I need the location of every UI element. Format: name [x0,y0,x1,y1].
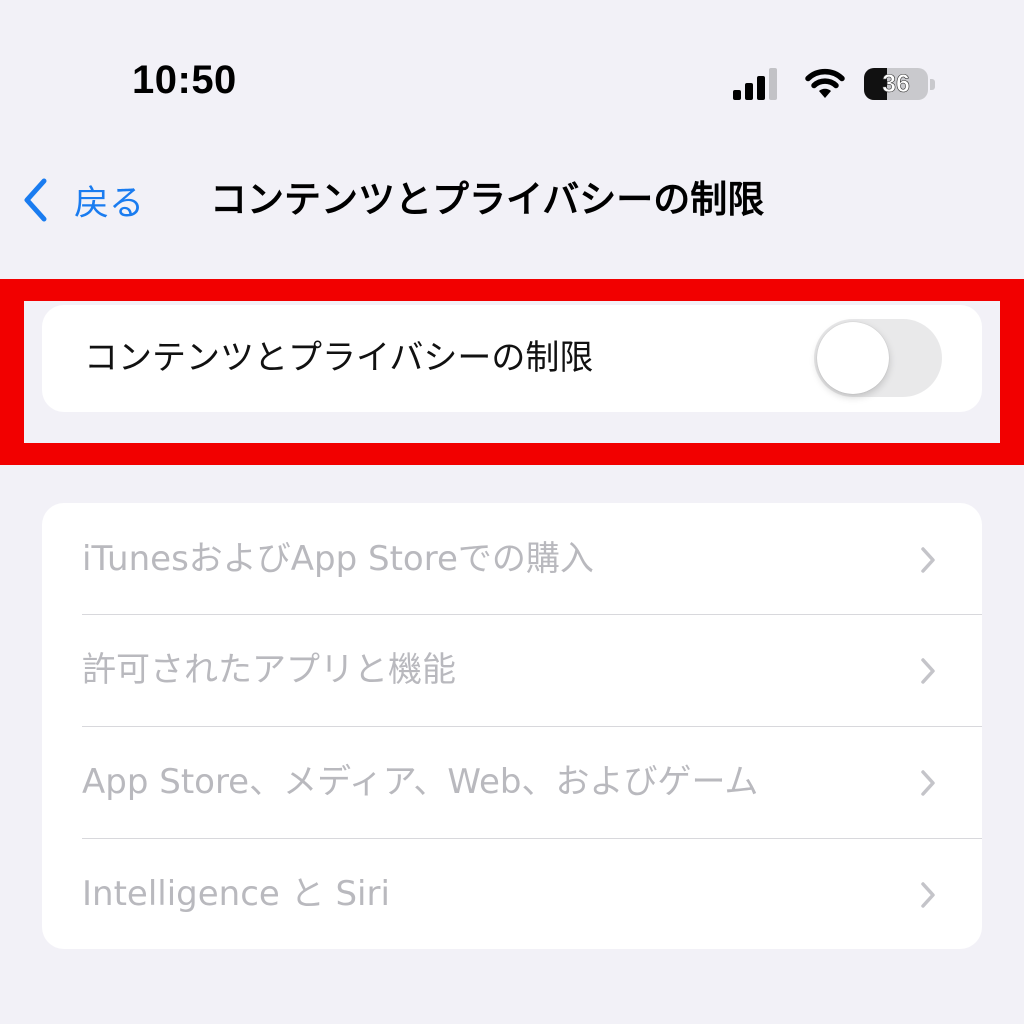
battery-icon: 36 [864,68,928,100]
highlight-frame [0,279,1024,465]
menu-item-label: iTunesおよびApp Storeでの購入 [82,539,594,579]
menu-item-app-store-media-web-games[interactable]: App Store、メディア、Web、およびゲーム [42,726,982,838]
back-label: 戻る [74,183,145,224]
status-bar: 10:50 36 [0,0,1024,140]
chevron-right-icon [921,658,935,684]
chevron-left-icon [24,178,47,222]
menu-item-allowed-apps[interactable]: 許可されたアプリと機能 [42,614,982,726]
menu-item-intelligence-siri[interactable]: Intelligence と Siri [42,838,982,949]
battery-cap [930,79,935,90]
page-title: コンテンツとプライバシーの制限 [210,178,765,221]
menu-item-itunes-app-store-purchases[interactable]: iTunesおよびApp Storeでの購入 [42,503,982,615]
cellular-signal-icon [733,68,777,100]
chevron-right-icon [921,770,935,796]
status-time: 10:50 [132,58,237,102]
restrictions-menu-list: iTunesおよびApp Storeでの購入 許可されたアプリと機能 App S… [42,503,982,949]
battery-level: 36 [882,70,910,99]
chevron-right-icon [921,882,935,908]
menu-item-label: Intelligence と Siri [82,874,390,914]
menu-item-label: 許可されたアプリと機能 [82,650,456,690]
back-button[interactable]: 戻る [20,170,144,230]
battery-indicator: 36 [864,68,936,100]
chevron-right-icon [921,547,935,573]
wifi-icon [805,68,845,98]
menu-item-label: App Store、メディア、Web、およびゲーム [82,762,759,802]
